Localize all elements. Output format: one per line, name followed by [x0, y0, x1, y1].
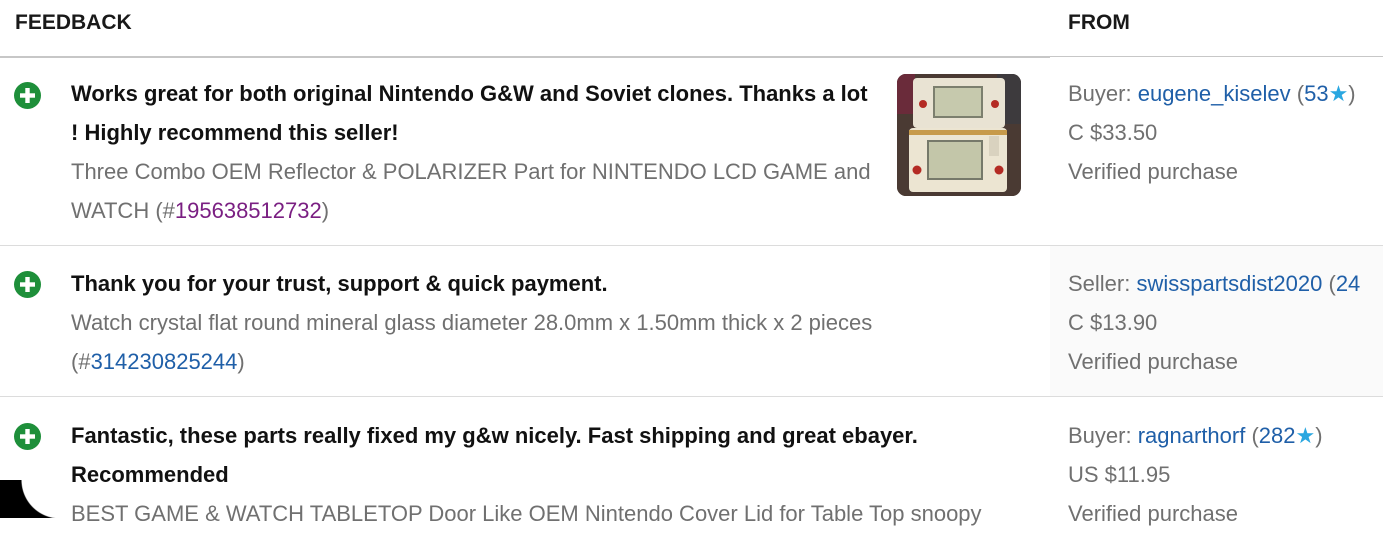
verified-purchase-label: Verified purchase	[1068, 501, 1238, 526]
star-icon: ★	[1328, 81, 1349, 106]
positive-plus-icon	[14, 423, 41, 450]
price: US $11.95	[1068, 462, 1171, 487]
positive-plus-icon	[14, 271, 41, 298]
price: C $13.90	[1068, 310, 1158, 335]
username-link[interactable]: swisspartsdist2020	[1136, 271, 1322, 296]
item-description: Three Combo OEM Reflector & POLARIZER Pa…	[71, 159, 871, 223]
role-label: Buyer:	[1068, 423, 1132, 448]
feedback-comment: Works great for both original Nintendo G…	[71, 81, 868, 145]
from-info: Seller: swisspartsdist2020 (24 C $13.90 …	[1068, 264, 1360, 381]
item-title: Watch crystal flat round mineral glass d…	[71, 310, 873, 335]
positive-plus-icon	[14, 82, 41, 109]
feedback-score[interactable]: 53	[1304, 81, 1328, 106]
from-column-header: FROM	[1068, 11, 1130, 34]
item-description: BEST GAME & WATCH TABLETOP Door Like OEM…	[71, 494, 1051, 533]
price: C $33.50	[1068, 120, 1158, 145]
screen-corner	[0, 480, 60, 518]
item-number-link[interactable]: 314230825244	[91, 349, 238, 374]
verified-purchase-label: Verified purchase	[1068, 159, 1238, 184]
role-label: Buyer:	[1068, 81, 1132, 106]
star-icon: ★	[1295, 423, 1316, 448]
table-header: FEEDBACK FROM	[0, 0, 1383, 58]
item-number-link[interactable]: 195638512732	[175, 198, 322, 223]
username-link[interactable]: eugene_kiselev	[1138, 81, 1291, 106]
from-info: Buyer: ragnarthorf (282★) US $11.95 Veri…	[1068, 416, 1323, 533]
feedback-column-header: FEEDBACK	[15, 11, 132, 34]
role-label: Seller:	[1068, 271, 1131, 296]
feedback-comment: Fantastic, these parts really fixed my g…	[71, 423, 918, 487]
item-description: Watch crystal flat round mineral glass d…	[71, 310, 873, 374]
from-info: Buyer: eugene_kiselev (53★) C $33.50 Ver…	[1068, 74, 1356, 191]
username-link[interactable]: ragnarthorf	[1138, 423, 1246, 448]
feedback-comment: Thank you for your trust, support & quic…	[71, 271, 608, 296]
verified-purchase-label: Verified purchase	[1068, 349, 1238, 374]
feedback-score[interactable]: 24	[1336, 271, 1360, 296]
item-title: BEST GAME & WATCH TABLETOP Door Like OEM…	[71, 501, 982, 526]
table-row: Fantastic, these parts really fixed my g…	[0, 397, 1383, 526]
feedback-score[interactable]: 282	[1259, 423, 1296, 448]
item-thumbnail[interactable]	[897, 74, 1021, 196]
table-row: Thank you for your trust, support & quic…	[0, 246, 1383, 397]
table-row: Works great for both original Nintendo G…	[0, 57, 1383, 246]
